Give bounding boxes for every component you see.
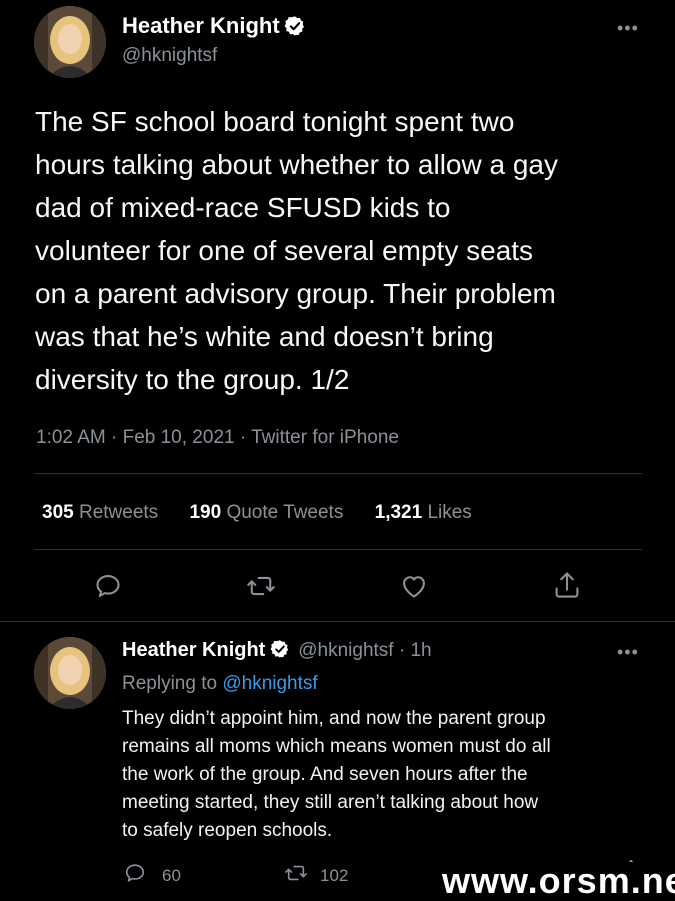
stats-row: 305 Retweets 190 Quote Tweets 1,321 Like… (42, 502, 642, 524)
reply-body: They didn’t appoint him, and now the par… (122, 705, 662, 845)
author-handle[interactable]: @hknightsf (122, 45, 217, 67)
tweet-line: hours talking about whether to allow a g… (35, 149, 558, 180)
reply-line: remains all moms which means women must … (122, 736, 551, 757)
tweet-line: volunteer for one of several empty seats (35, 235, 534, 266)
author-header: Heather Knight (122, 13, 306, 42)
reply-count: 60 (162, 865, 181, 885)
divider (0, 621, 675, 622)
reply-line: They didn’t appoint him, and now the par… (122, 708, 546, 729)
watermark: www.orsm.net (440, 862, 675, 900)
retweet-icon[interactable] (246, 572, 276, 600)
reply-author-name[interactable]: Heather Knight (122, 639, 265, 661)
divider (34, 549, 642, 550)
tweet-line: was that he’s white and doesn’t bring (35, 321, 494, 352)
reply-author-avatar[interactable] (34, 637, 106, 709)
share-icon[interactable] (553, 570, 581, 600)
retweet-count: 102 (320, 865, 349, 885)
tweet-body: The SF school board tonight spent two ho… (35, 100, 665, 401)
tweet-line: The SF school board tonight spent two (35, 106, 515, 137)
like-icon[interactable] (400, 573, 428, 599)
reply-icon (124, 862, 146, 889)
quote-tweets-stat[interactable]: 190 Quote Tweets (189, 502, 343, 523)
verified-badge-icon (284, 15, 306, 42)
retweet-icon (284, 862, 308, 889)
tweet-timestamp[interactable]: 1:02 AM · Feb 10, 2021 · Twitter for iPh… (36, 427, 399, 449)
likes-stat[interactable]: 1,321 Likes (375, 502, 472, 523)
author-avatar[interactable] (34, 6, 106, 78)
tweet-line: dad of mixed-race SFUSD kids to (35, 192, 451, 223)
author-name[interactable]: Heather Knight (122, 13, 280, 38)
reply-header: Heather Knight @hknightsf · 1h (122, 639, 432, 664)
tweet-line: diversity to the group. 1/2 (35, 364, 350, 395)
more-options-icon[interactable]: ••• (617, 18, 639, 39)
reply-retweets-action[interactable]: 102 (284, 862, 348, 889)
reply-handle-time[interactable]: @hknightsf · 1h (298, 640, 431, 661)
retweets-stat[interactable]: 305 Retweets (42, 502, 158, 523)
reply-line: meeting started, they still aren’t talki… (122, 792, 539, 813)
reply-icon[interactable] (94, 572, 122, 600)
divider (34, 473, 642, 474)
replying-to: Replying to @hknightsf (122, 673, 318, 694)
reply-line: to safely reopen schools. (122, 820, 333, 841)
reply-line: the work of the group. And seven hours a… (122, 764, 528, 785)
reply-more-options-icon[interactable]: ••• (617, 642, 639, 663)
tweet-line: on a parent advisory group. Their proble… (35, 278, 556, 309)
verified-badge-icon (270, 639, 290, 664)
replying-to-link[interactable]: @hknightsf (222, 673, 317, 694)
reply-replies-action[interactable]: 60 (124, 862, 181, 889)
